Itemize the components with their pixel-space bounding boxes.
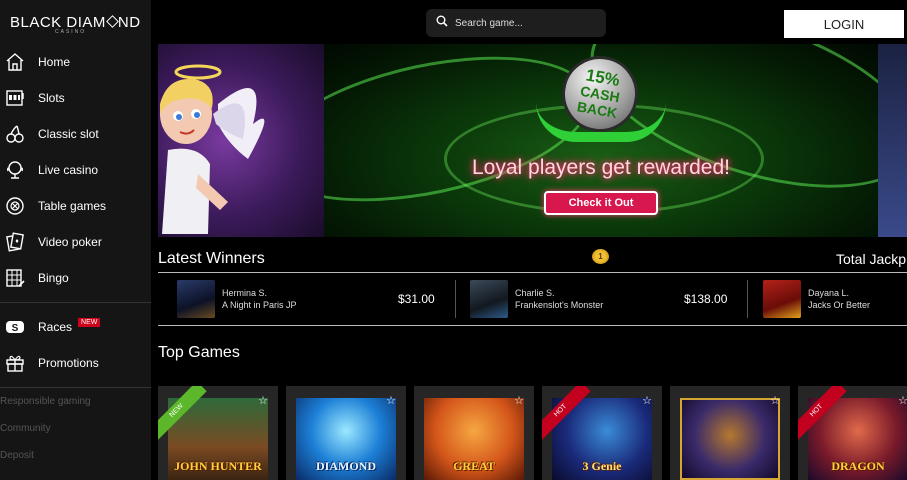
sidebar-item-video-poker[interactable]: Video poker — [0, 224, 151, 260]
community-link[interactable]: Community — [0, 423, 91, 450]
game-title: JOHN HUNTER — [174, 459, 262, 473]
winner-name: Charlie S. — [515, 288, 555, 298]
sidebar-item-label: Video poker — [38, 235, 102, 249]
favorite-star-icon[interactable]: ☆ — [898, 396, 907, 407]
winner-game: Jacks Or Better — [808, 300, 871, 310]
sidebar-item-label: Home — [38, 55, 71, 69]
sidebar-divider — [0, 387, 151, 388]
search-bar[interactable] — [426, 9, 606, 37]
winner-item[interactable]: Hermina S. A Night in Paris JP — [177, 278, 297, 320]
winner-amount-wrap: $138.00 — [684, 278, 734, 320]
promo-banner: 15% CASH BACK Loyal players get rewarded… — [158, 44, 907, 237]
responsible-gaming-link[interactable]: Responsible gaming — [0, 396, 91, 423]
bingo-icon — [4, 267, 26, 289]
cards-icon — [4, 231, 26, 253]
sidebar-item-label: Live casino — [38, 163, 99, 177]
check-it-out-button[interactable]: Check it Out — [544, 191, 658, 215]
winners-divider — [158, 325, 907, 326]
favorite-star-icon[interactable]: ☆ — [770, 396, 780, 407]
banner-slide-previous[interactable] — [158, 44, 324, 237]
sidebar-divider — [0, 302, 151, 303]
game-card[interactable]: NEW ☆ JOHN HUNTER — [158, 386, 278, 480]
favorite-star-icon[interactable]: ☆ — [514, 396, 524, 407]
sidebar-item-label: Bingo — [38, 271, 69, 285]
game-title: DRAGON — [831, 459, 885, 473]
sidebar-item-promotions[interactable]: Promotions — [0, 345, 151, 381]
svg-text:S: S — [12, 323, 19, 334]
game-card[interactable]: HOT ☆ 3 Genie — [542, 386, 662, 480]
diamond-logo-icon — [106, 15, 119, 28]
roulette-icon — [4, 195, 26, 217]
sidebar-item-bingo[interactable]: Bingo — [0, 260, 151, 296]
banner-headline: Loyal players get rewarded! — [472, 156, 730, 179]
winner-name: Hermina S. — [222, 288, 268, 298]
sidebar-item-label: Table games — [38, 199, 107, 213]
game-card[interactable]: ☆ DIAMOND — [286, 386, 406, 480]
sidebar-item-live-casino[interactable]: Live casino — [0, 152, 151, 188]
gift-icon — [4, 352, 26, 374]
brand-subtitle: CASINO — [55, 29, 87, 35]
game-title: GREAT — [453, 459, 495, 473]
winner-amount: $31.00 — [398, 292, 435, 306]
search-icon — [436, 14, 448, 32]
sidebar-item-slots[interactable]: Slots — [0, 80, 151, 116]
game-thumbnail — [177, 280, 215, 318]
sidebar-item-label: Classic slot — [38, 127, 99, 141]
angel-character-image — [160, 64, 265, 234]
banner-slide-next[interactable] — [878, 44, 907, 237]
brand-name-black: BLACK — [10, 14, 62, 31]
sidebar-item-races[interactable]: S Races NEW — [0, 309, 151, 345]
winner-item[interactable]: Charlie S. Frankenslot's Monster — [470, 278, 603, 320]
favorite-star-icon[interactable]: ☆ — [642, 396, 652, 407]
winners-divider — [158, 272, 907, 273]
game-art — [680, 398, 780, 480]
winner-amount: $138.00 — [684, 292, 728, 306]
dealer-icon — [4, 159, 26, 181]
game-card[interactable]: HOT ☆ DRAGON — [798, 386, 907, 480]
latest-winners-title: Latest Winners — [158, 250, 265, 267]
winner-name: Dayana L. — [808, 288, 850, 298]
favorite-star-icon[interactable]: ☆ — [258, 396, 268, 407]
winner-separator — [455, 280, 456, 318]
game-card[interactable]: ☆ — [670, 386, 790, 480]
deposit-link[interactable]: Deposit — [0, 450, 91, 477]
sidebar-item-table-games[interactable]: Table games — [0, 188, 151, 224]
sidebar-item-home[interactable]: Home — [0, 44, 151, 80]
winner-game: Frankenslot's Monster — [515, 300, 604, 310]
sidebar: BLACK DIAM ND CASINO Home Slots Classic s… — [0, 0, 151, 480]
winner-separator — [747, 280, 748, 318]
winner-item[interactable]: Dayana L. Jacks Or Better — [763, 278, 870, 320]
banner-slide-current[interactable]: 15% CASH BACK Loyal players get rewarded… — [324, 44, 878, 237]
races-icon: S — [4, 316, 26, 338]
sidebar-item-label: Slots — [38, 91, 65, 105]
sidebar-nav: Home Slots Classic slot Live casino Tabl… — [0, 44, 151, 394]
home-icon — [4, 51, 26, 73]
cherries-icon — [4, 123, 26, 145]
total-jackpot-title: Total Jackp — [836, 251, 907, 267]
sidebar-item-classic-slot[interactable]: Classic slot — [0, 116, 151, 152]
slots-icon — [4, 87, 26, 109]
game-title: DIAMOND — [316, 459, 376, 473]
login-button[interactable]: LOGIN — [784, 10, 904, 38]
game-card[interactable]: ☆ GREAT — [414, 386, 534, 480]
brand-name-nd: ND — [117, 14, 141, 31]
trophy-icon: 1 — [592, 249, 609, 264]
sidebar-footer-links: Responsible gaming Community Deposit — [0, 396, 91, 477]
search-input[interactable] — [455, 17, 595, 29]
winner-game: A Night in Paris JP — [222, 300, 297, 310]
sidebar-item-label: Promotions — [38, 356, 99, 370]
top-games-title: Top Games — [158, 344, 240, 361]
game-thumbnail — [470, 280, 508, 318]
favorite-star-icon[interactable]: ☆ — [386, 396, 396, 407]
sidebar-item-label: Races — [38, 320, 73, 334]
game-thumbnail — [763, 280, 801, 318]
new-badge: NEW — [78, 317, 101, 327]
winner-amount-wrap: $31.00 — [398, 278, 439, 320]
game-title: 3 Genie — [582, 459, 622, 473]
